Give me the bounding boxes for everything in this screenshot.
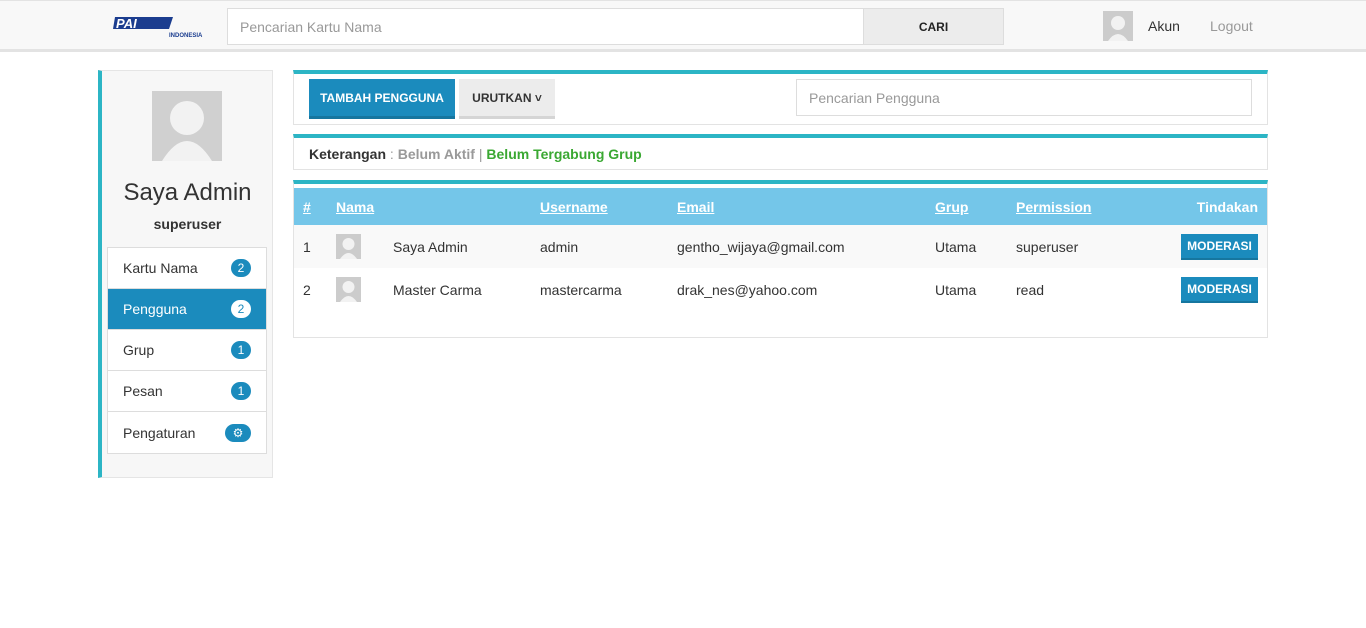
count-badge: 2: [231, 300, 251, 318]
row-permission: read: [1016, 281, 1045, 298]
sidebar-item-label: Pesan: [123, 383, 163, 399]
sidebar-item-grup[interactable]: Grup 1: [108, 330, 266, 371]
sidebar-item-kartu-nama[interactable]: Kartu Nama 2: [108, 248, 266, 289]
column-header-number[interactable]: #: [294, 188, 327, 225]
user-silhouette-icon: [1108, 16, 1128, 41]
add-user-button[interactable]: TAMBAH PENGGUNA: [309, 79, 455, 119]
legend-separator: |: [474, 146, 487, 162]
user-silhouette-icon: [162, 101, 212, 161]
row-actions: MODERASI: [1137, 225, 1267, 268]
table-row: 2 Master Carma mastercarma drak_nes@yaho…: [294, 268, 1267, 311]
row-number: 2: [303, 281, 311, 298]
account-link[interactable]: Akun: [1148, 18, 1180, 34]
user-toolbar-panel: TAMBAH PENGGUNA URUTKAN ˅: [293, 70, 1268, 125]
count-badge: 1: [231, 341, 251, 359]
profile-avatar: [152, 91, 222, 161]
logout-link[interactable]: Logout: [1210, 18, 1253, 34]
row-group: Utama: [935, 238, 977, 255]
row-email: drak_nes@yahoo.com: [677, 281, 818, 298]
top-navbar: PAI INDONESIA CARI Akun Logout: [0, 0, 1366, 52]
row-avatar-cell: [327, 268, 384, 311]
user-search-input[interactable]: [796, 79, 1252, 116]
sidebar-item-pesan[interactable]: Pesan 1: [108, 371, 266, 412]
sidebar-menu: Kartu Nama 2 Pengguna 2 Grup 1 Pesan 1 P…: [107, 247, 267, 454]
legend: Keterangan : Belum Aktif | Belum Tergabu…: [309, 146, 642, 162]
sidebar-item-label: Grup: [123, 342, 155, 358]
row-number: 1: [303, 238, 311, 255]
user-silhouette-icon: [340, 238, 357, 259]
profile-name: Saya Admin: [123, 179, 252, 206]
card-search-bar: CARI: [227, 8, 1004, 45]
row-name: Saya Admin: [393, 238, 468, 255]
legend-panel: Keterangan : Belum Aktif | Belum Tergabu…: [293, 134, 1268, 170]
users-table-panel: # Nama Username Email Grup Permission Ti…: [293, 180, 1268, 338]
table-row: 1 Saya Admin admin gentho_wijaya@gmail.c…: [294, 225, 1267, 268]
user-avatar: [336, 277, 361, 302]
sidebar-item-label: Pengaturan: [123, 424, 196, 441]
table-header-row: # Nama Username Email Grup Permission Ti…: [294, 188, 1267, 225]
brand-logo[interactable]: PAI INDONESIA: [113, 15, 208, 39]
row-actions: MODERASI: [1137, 268, 1267, 311]
row-permission: superuser: [1016, 238, 1079, 255]
sidebar-item-pengguna[interactable]: Pengguna 2: [108, 289, 266, 330]
user-silhouette-icon: [340, 281, 357, 302]
row-username: mastercarma: [540, 281, 622, 298]
user-avatar: [336, 234, 361, 259]
card-search-input[interactable]: [228, 9, 863, 44]
search-button[interactable]: CARI: [863, 9, 1003, 44]
moderate-button[interactable]: MODERASI: [1181, 233, 1258, 260]
row-name: Master Carma: [393, 281, 482, 298]
users-table: # Nama Username Email Grup Permission Ti…: [294, 188, 1267, 311]
column-header-permission[interactable]: Permission: [1007, 188, 1137, 225]
column-header-username[interactable]: Username: [531, 188, 668, 225]
column-header-actions: Tindakan: [1196, 198, 1258, 215]
column-header-group[interactable]: Grup: [926, 188, 1007, 225]
row-group: Utama: [935, 281, 977, 298]
account-avatar[interactable]: [1103, 11, 1133, 41]
sort-dropdown-button[interactable]: URUTKAN ˅: [459, 79, 555, 119]
count-badge: 2: [231, 259, 251, 277]
row-email: gentho_wijaya@gmail.com: [677, 238, 845, 255]
column-header-name[interactable]: Nama: [327, 188, 531, 225]
sidebar-item-label: Kartu Nama: [123, 260, 198, 276]
logo-subtext: INDONESIA: [169, 33, 203, 39]
sidebar-item-pengaturan[interactable]: Pengaturan ⚙: [108, 412, 266, 453]
legend-label: Keterangan: [309, 146, 387, 162]
legend-no-group: Belum Tergabung Grup: [486, 146, 642, 162]
column-header-email[interactable]: Email: [668, 188, 926, 225]
gear-icon: ⚙: [225, 423, 251, 442]
logo-text: PAI: [116, 16, 137, 31]
profile-role: superuser: [153, 216, 222, 232]
legend-colon: :: [386, 146, 398, 162]
legend-inactive: Belum Aktif: [397, 146, 475, 162]
moderate-button[interactable]: MODERASI: [1181, 276, 1258, 303]
row-username: admin: [540, 238, 579, 255]
count-badge: 1: [231, 382, 251, 400]
row-avatar-cell: [327, 225, 384, 268]
sidebar: Saya Admin superuser Kartu Nama 2 Penggu…: [98, 70, 273, 478]
sidebar-item-label: Pengguna: [123, 301, 187, 317]
